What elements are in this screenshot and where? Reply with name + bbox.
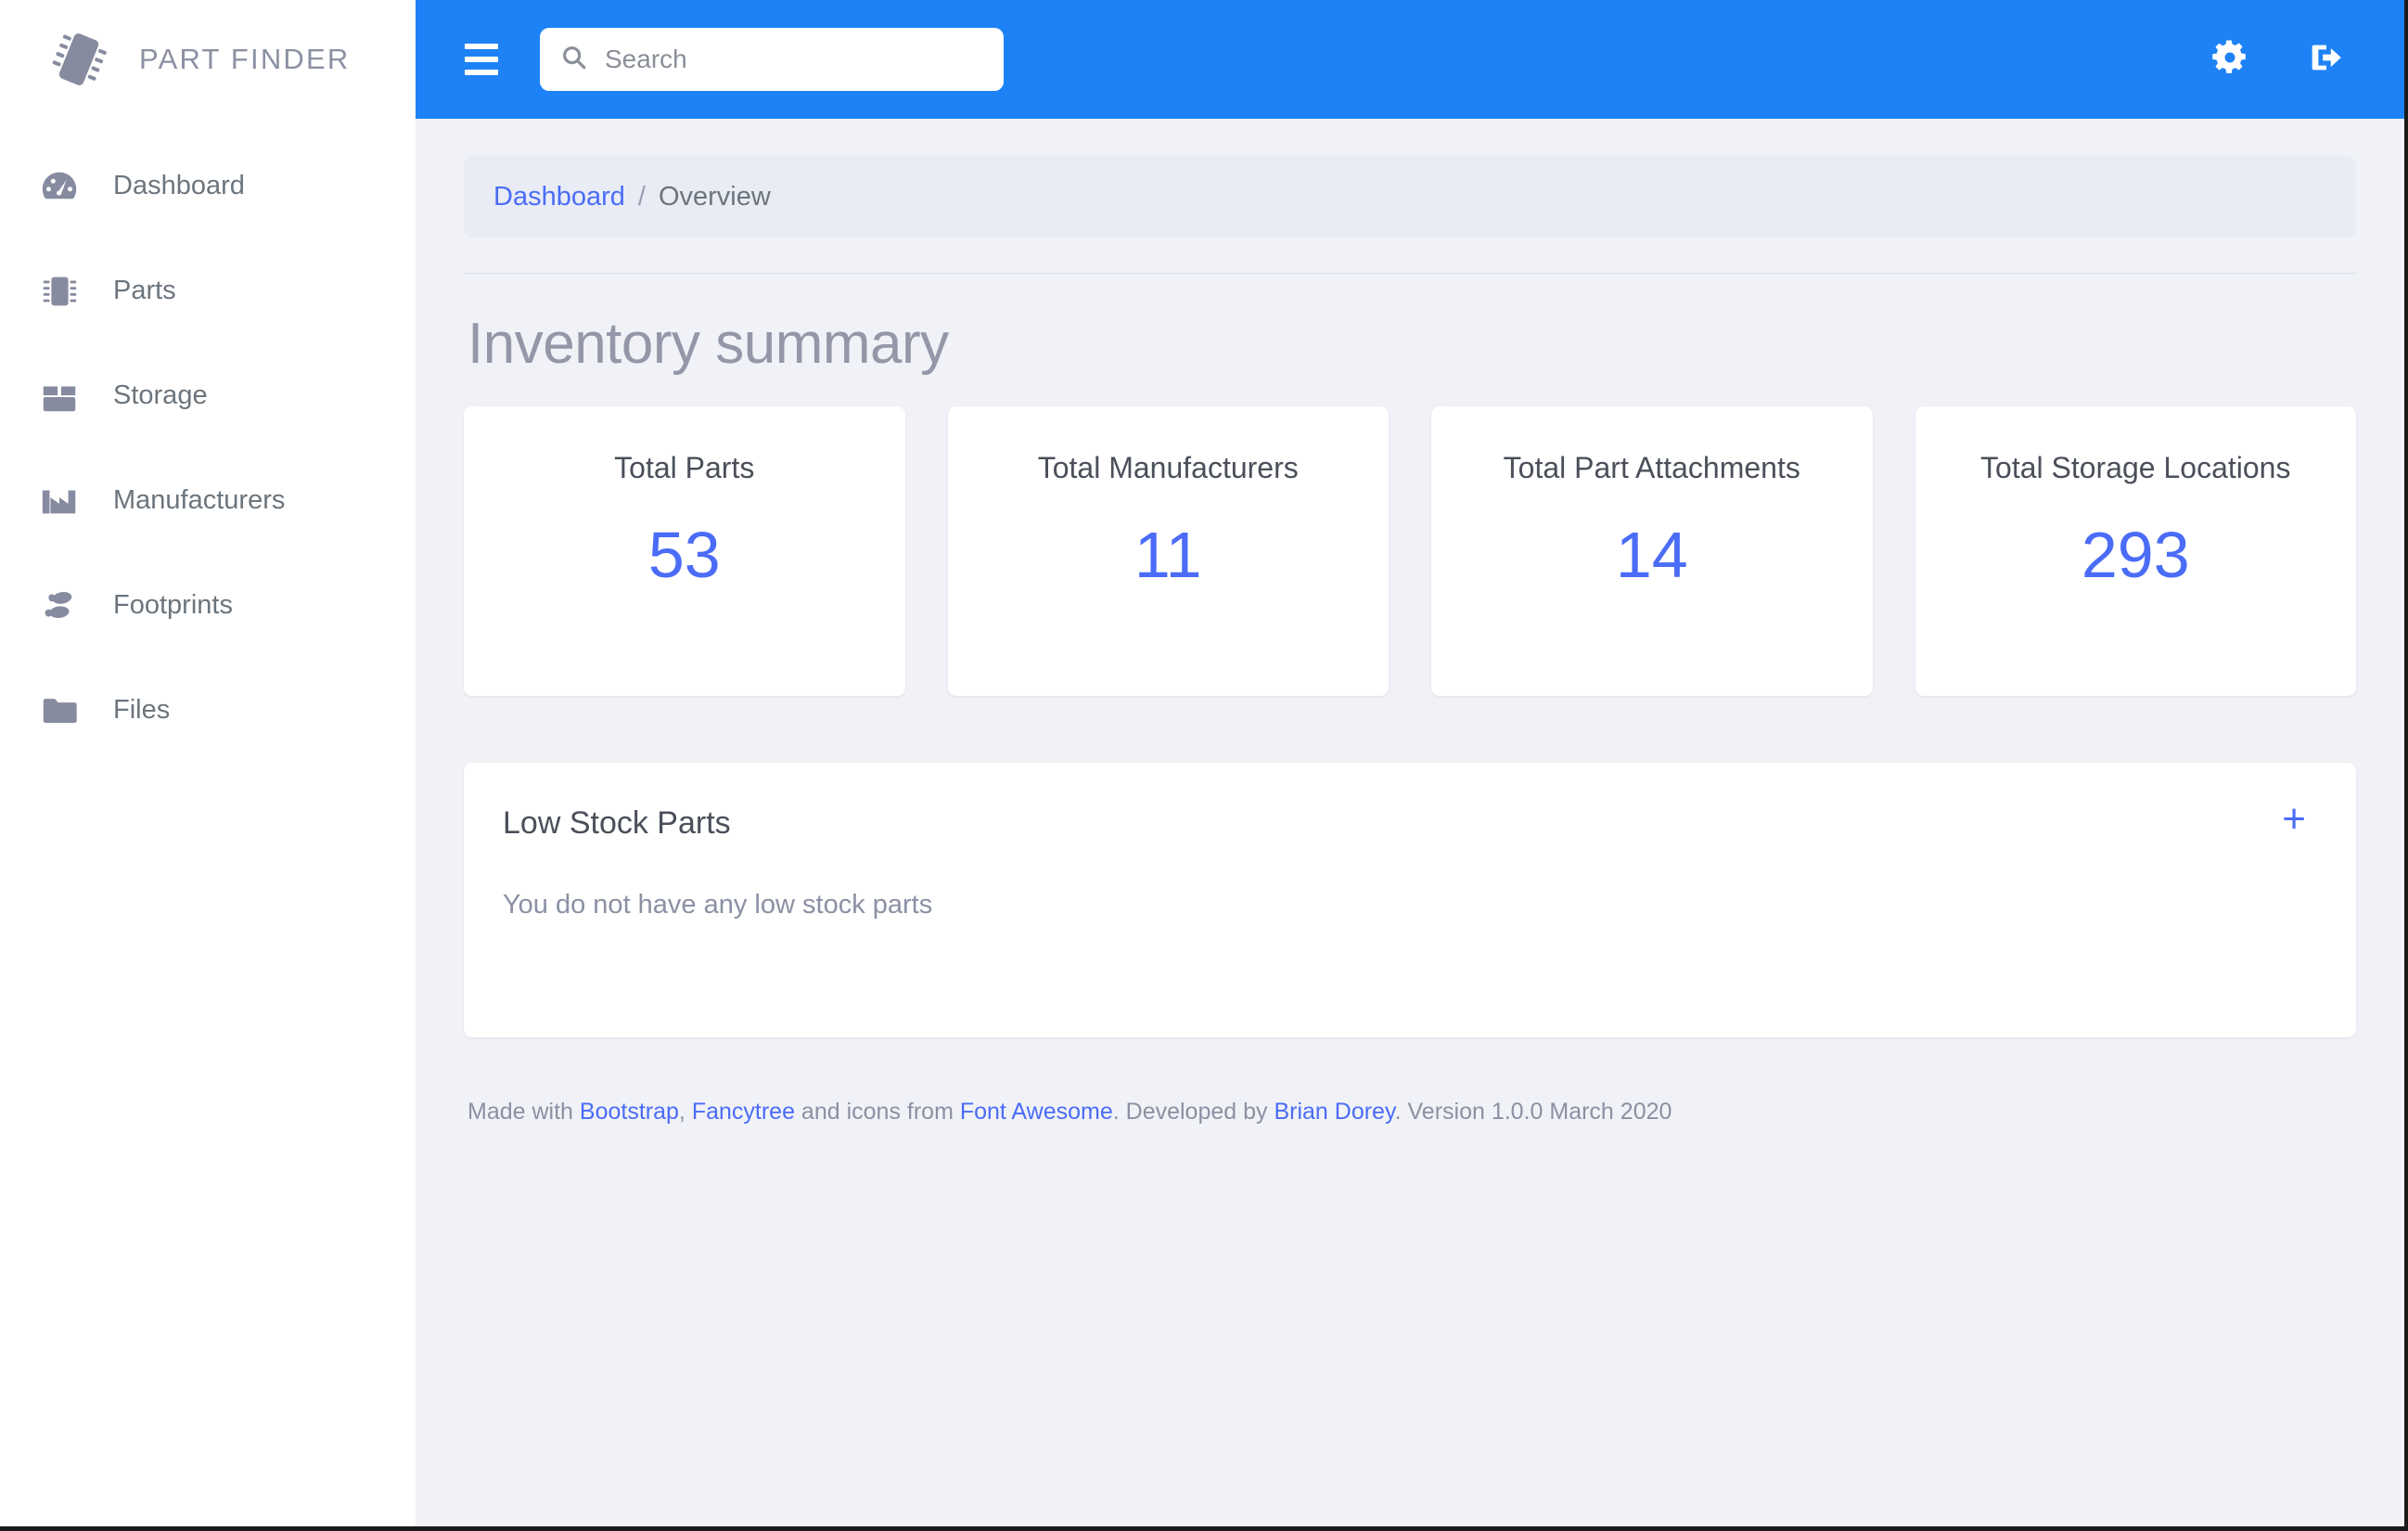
sign-out-icon (2305, 36, 2348, 84)
footer-link-font-awesome[interactable]: Font Awesome (960, 1099, 1113, 1125)
brand[interactable]: PART FINDER (0, 0, 416, 119)
footer: Made with Bootstrap, Fancytree and icons… (464, 1099, 2356, 1126)
sidebar: PART FINDER Dashboard Parts Storage Manu… (0, 0, 416, 1526)
hamburger-bar (465, 57, 498, 62)
sidebar-item-footprints[interactable]: Footprints (0, 553, 416, 658)
industry-icon (33, 479, 85, 523)
sidebar-item-label: Manufacturers (113, 485, 286, 515)
logout-button[interactable] (2302, 35, 2350, 84)
hamburger-icon[interactable] (453, 31, 510, 88)
content-area: Dashboard / Overview Inventory summary T… (416, 119, 2404, 1526)
stat-cards: Total Parts 53 Total Manufacturers 11 To… (464, 406, 2356, 696)
footer-link-author[interactable]: Brian Dorey (1274, 1099, 1394, 1125)
footer-version: . Version 1.0.0 March 2020 (1394, 1099, 1672, 1125)
breadcrumb: Dashboard / Overview (464, 156, 2356, 238)
folder-icon (33, 688, 85, 733)
sidebar-item-label: Files (113, 695, 171, 725)
content-divider (464, 273, 2356, 274)
sidebar-item-label: Footprints (113, 590, 233, 620)
gear-icon (2209, 37, 2250, 83)
low-stock-empty-message: You do not have any low stock parts (503, 890, 933, 920)
sidebar-item-dashboard[interactable]: Dashboard (0, 134, 416, 238)
microchip-icon (41, 21, 117, 97)
box-open-icon (33, 374, 85, 418)
tachometer-icon (33, 164, 85, 209)
search-icon (560, 44, 588, 76)
low-stock-panel-header: Low Stock Parts + (503, 799, 2310, 842)
breadcrumb-separator: / (637, 181, 646, 212)
stat-card-value: 293 (2081, 519, 2190, 591)
stat-card-title: Total Parts (614, 451, 755, 484)
low-stock-panel: Low Stock Parts + You do not have any lo… (464, 763, 2356, 1037)
microchip-icon (33, 269, 85, 314)
sidebar-item-label: Parts (113, 276, 176, 305)
breadcrumb-current: Overview (658, 181, 771, 212)
stat-card-value: 11 (1134, 519, 1202, 591)
stat-card-title: Total Part Attachments (1503, 451, 1800, 484)
sidebar-nav: Dashboard Parts Storage Manufacturers Fo… (0, 134, 416, 763)
footer-icons-from: and icons from (794, 1099, 960, 1125)
stat-card-title: Total Manufacturers (1037, 451, 1299, 484)
main-area: Dashboard / Overview Inventory summary T… (416, 0, 2404, 1526)
hamburger-bar (465, 44, 498, 49)
hamburger-bar (465, 70, 498, 75)
topbar-actions (2206, 35, 2350, 84)
low-stock-panel-title: Low Stock Parts (503, 805, 731, 841)
topbar (416, 0, 2404, 119)
app-window: PART FINDER Dashboard Parts Storage Manu… (0, 0, 2408, 1531)
sidebar-item-storage[interactable]: Storage (0, 343, 416, 448)
search-box[interactable] (540, 28, 1004, 91)
footer-made-with: Made with (468, 1099, 580, 1125)
brand-title: PART FINDER (139, 43, 351, 75)
page-title: Inventory summary (468, 312, 949, 376)
search-input[interactable] (605, 45, 983, 74)
breadcrumb-link-dashboard[interactable]: Dashboard (493, 182, 625, 212)
footer-comma: , (678, 1099, 692, 1125)
stat-card-value: 53 (647, 519, 721, 591)
stat-card-total-part-attachments: Total Part Attachments 14 (1431, 406, 1873, 696)
sidebar-item-manufacturers[interactable]: Manufacturers (0, 448, 416, 553)
sidebar-item-label: Dashboard (113, 171, 245, 200)
stat-card-value: 14 (1615, 519, 1688, 591)
sidebar-item-label: Storage (113, 380, 208, 410)
stat-card-total-storage-locations: Total Storage Locations 293 (1915, 406, 2356, 696)
settings-button[interactable] (2206, 35, 2254, 84)
stat-card-title: Total Storage Locations (1980, 451, 2291, 484)
footer-link-bootstrap[interactable]: Bootstrap (580, 1099, 679, 1125)
sidebar-item-files[interactable]: Files (0, 658, 416, 763)
stat-card-total-parts: Total Parts 53 (464, 406, 905, 696)
footer-link-fancytree[interactable]: Fancytree (692, 1099, 795, 1125)
plus-icon[interactable]: + (2278, 799, 2310, 840)
stat-card-total-manufacturers: Total Manufacturers 11 (947, 406, 1389, 696)
sidebar-item-parts[interactable]: Parts (0, 238, 416, 343)
shoe-prints-icon (33, 584, 85, 628)
footer-developed-by: . Developed by (1112, 1099, 1274, 1125)
